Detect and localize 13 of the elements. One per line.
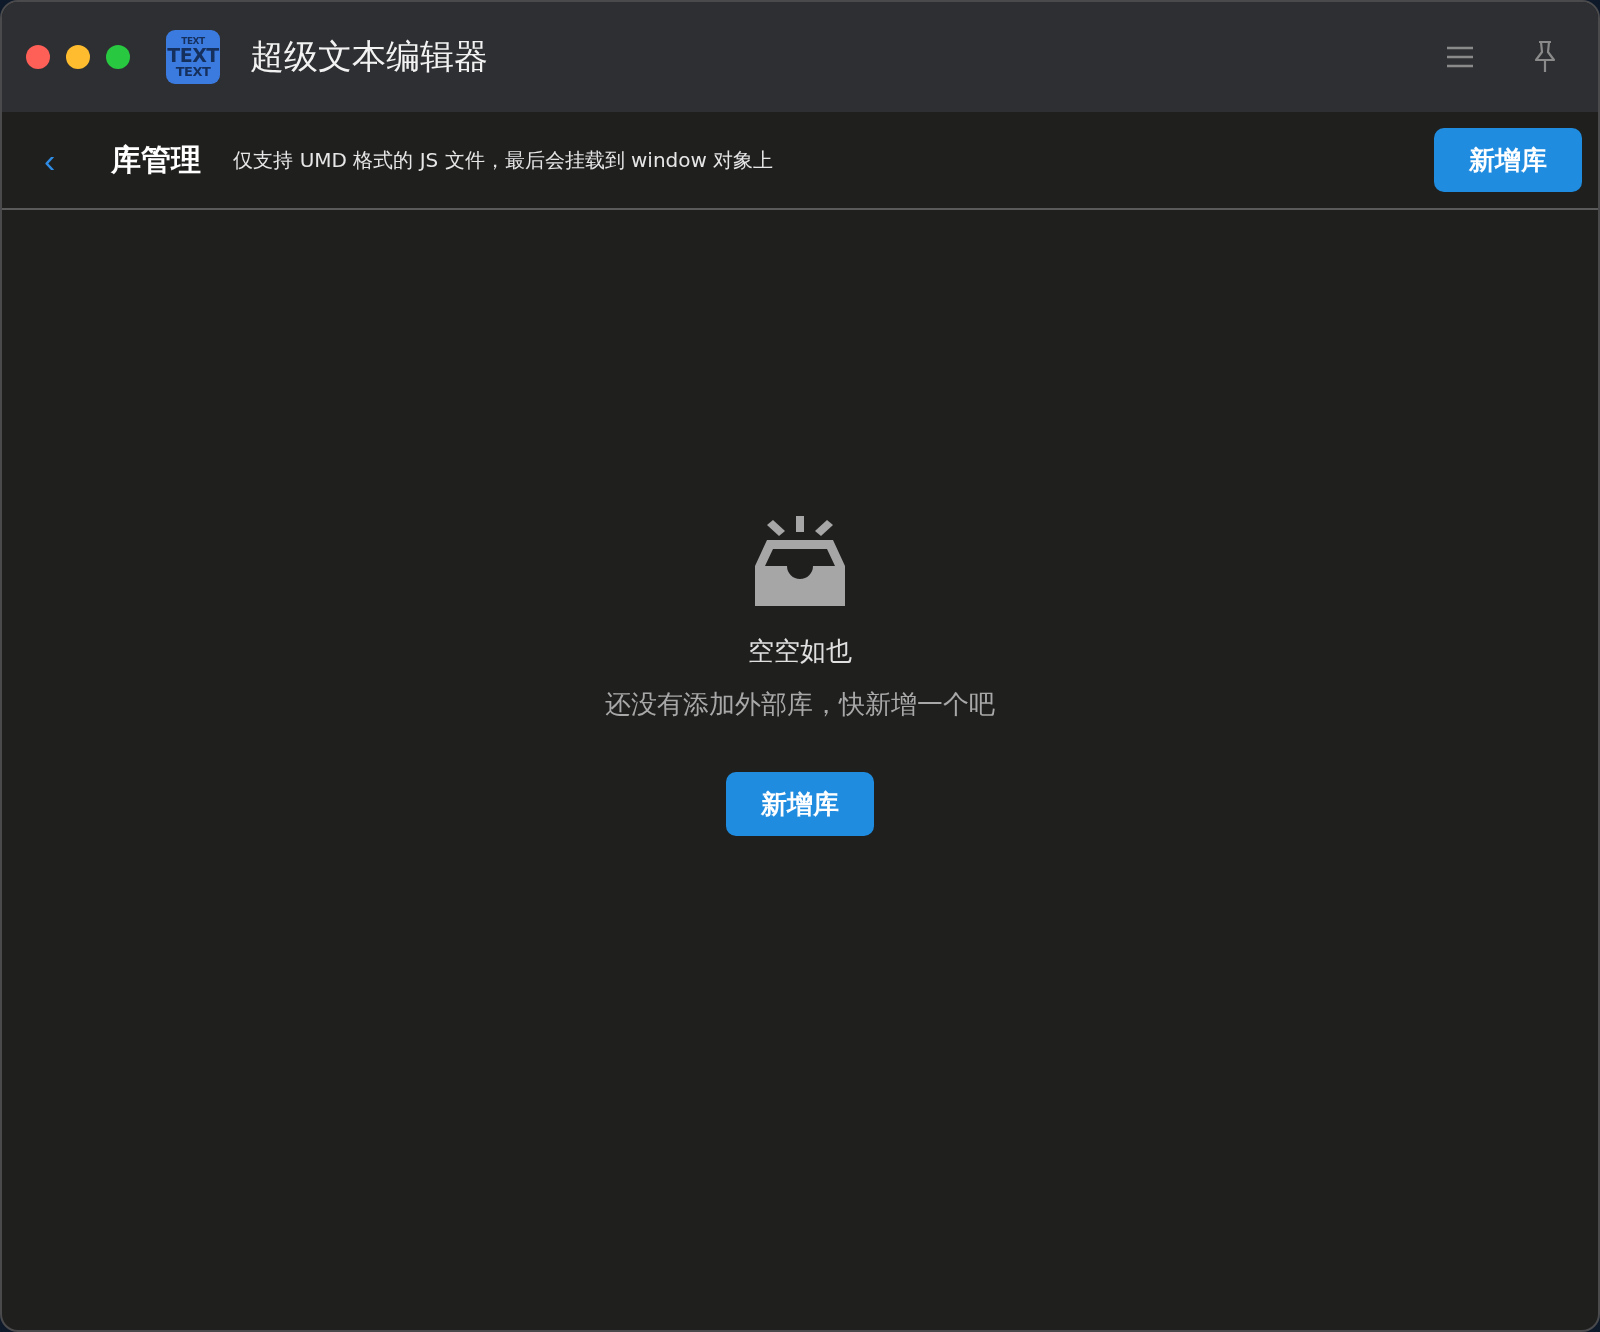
page-description: 仅支持 UMD 格式的 JS 文件，最后会挂载到 window 对象上 [233,146,774,174]
minimize-button[interactable] [66,45,90,69]
window-title: 超级文本编辑器 [250,35,488,78]
back-button[interactable]: ‹ [38,143,62,177]
maximize-button[interactable] [106,45,130,69]
close-button[interactable] [26,45,50,69]
empty-title: 空空如也 [748,635,852,668]
page-title: 库管理 [111,140,202,179]
app-logo: TEXT TEXT TEXT [166,30,220,84]
add-library-button[interactable]: 新增库 [726,772,874,836]
empty-inbox-icon [755,516,845,606]
add-library-button[interactable]: 新增库 [1434,128,1582,192]
empty-message: 还没有添加外部库，快新增一个吧 [605,688,995,721]
